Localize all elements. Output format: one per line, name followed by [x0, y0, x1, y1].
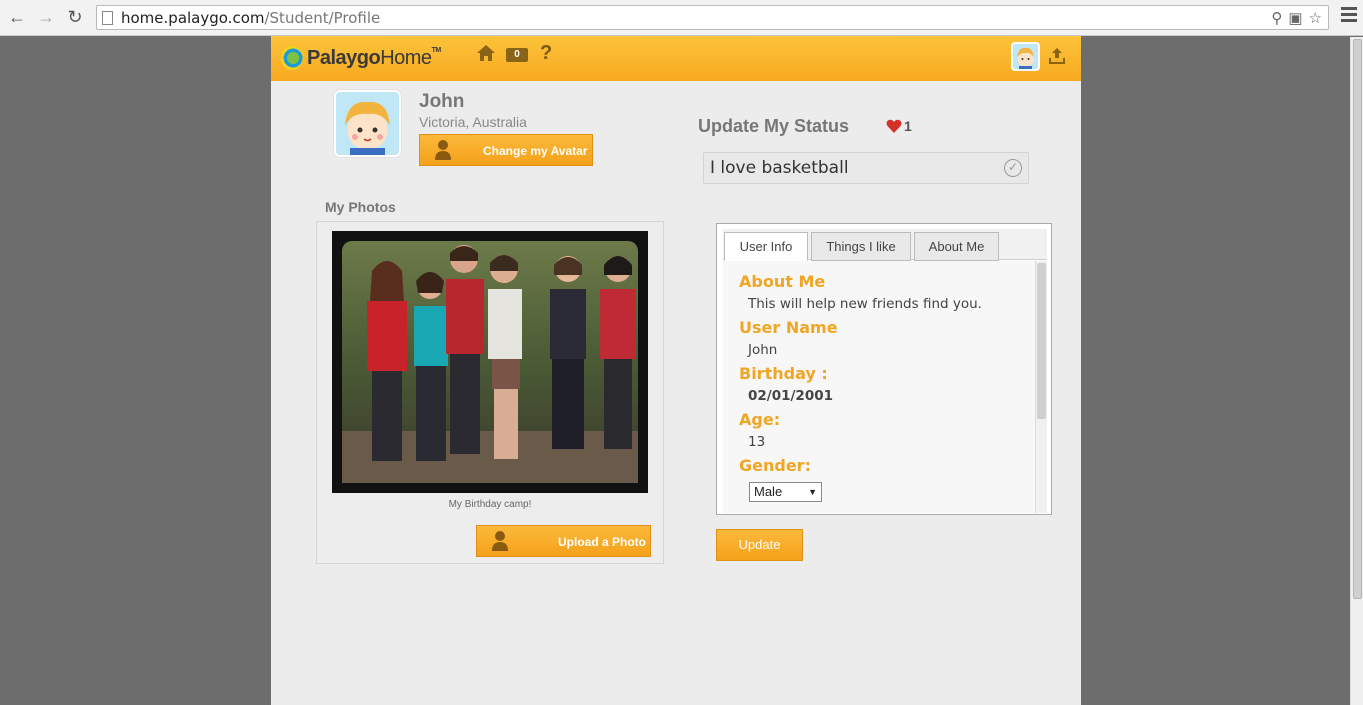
- age-value: 13: [748, 434, 766, 450]
- photo-image[interactable]: [332, 231, 648, 493]
- profile-location: Victoria, Australia: [419, 114, 527, 130]
- user-info-content: About Me This will help new friends find…: [723, 261, 1041, 513]
- profile-tabs: User Info Things I like About Me: [723, 229, 1047, 261]
- page-scrollbar[interactable]: [1350, 37, 1363, 705]
- profile-name: John: [419, 91, 465, 112]
- user-name-value: John: [748, 342, 778, 358]
- update-button[interactable]: Update: [716, 529, 803, 561]
- photo-caption: My Birthday camp!: [448, 499, 532, 510]
- gender-select[interactable]: Male ▼: [749, 482, 822, 502]
- menu-icon[interactable]: [1341, 7, 1357, 23]
- address-bar[interactable]: home.palaygo.com/Student/Profile ⚲ ▣ ☆: [96, 5, 1329, 30]
- birthday-value: 02/01/2001: [748, 388, 834, 404]
- person-icon: [435, 140, 451, 160]
- extension-icon[interactable]: ▣: [1288, 9, 1302, 27]
- update-status-title: Update My Status: [698, 116, 850, 136]
- palaygo-logo[interactable]: PalaygoHomeTM: [281, 46, 441, 70]
- about-me-value: This will help new friends find you.: [748, 296, 982, 312]
- upload-icon[interactable]: [1047, 46, 1067, 66]
- photos-panel: My Birthday camp! Upload a Photo: [316, 221, 664, 564]
- home-icon[interactable]: [476, 44, 496, 68]
- tab-things-i-like[interactable]: Things I like: [811, 232, 911, 261]
- status-input[interactable]: I love basketball ✓: [703, 152, 1029, 184]
- change-avatar-button[interactable]: Change my Avatar: [419, 134, 593, 166]
- search-icon[interactable]: ⚲: [1271, 9, 1282, 27]
- logo-mark-icon: [281, 46, 303, 70]
- tab-user-info[interactable]: User Info: [724, 232, 808, 261]
- browser-toolbar: ← → ↻ home.palaygo.com/Student/Profile ⚲…: [0, 0, 1363, 36]
- about-me-label: About Me: [739, 272, 826, 291]
- dropdown-arrow-icon: ▼: [808, 487, 817, 497]
- mail-count: 0: [514, 49, 520, 60]
- mail-icon[interactable]: 0: [506, 48, 528, 62]
- likes-count: 1: [904, 118, 912, 134]
- user-avatar[interactable]: [1011, 42, 1040, 71]
- top-navbar: PalaygoHomeTM 0 ?: [271, 36, 1081, 81]
- check-icon[interactable]: ✓: [1004, 159, 1022, 177]
- user-info-panel: User Info Things I like About Me About M…: [716, 223, 1052, 515]
- heart-icon[interactable]: [886, 118, 902, 134]
- star-icon[interactable]: ☆: [1309, 9, 1322, 27]
- page-icon: [102, 11, 113, 25]
- url-text: home.palaygo.com/Student/Profile: [121, 9, 381, 27]
- forward-icon[interactable]: →: [35, 6, 57, 28]
- birthday-label: Birthday :: [739, 364, 828, 383]
- info-scrollbar[interactable]: [1035, 261, 1047, 513]
- my-photos-title: My Photos: [325, 199, 396, 215]
- reload-icon[interactable]: ↻: [64, 6, 86, 28]
- profile-avatar: [334, 90, 401, 157]
- upload-photo-button[interactable]: Upload a Photo: [476, 525, 651, 557]
- help-icon[interactable]: ?: [540, 42, 552, 65]
- profile-page: PalaygoHomeTM 0 ? John Victoria, Austral…: [271, 36, 1081, 705]
- age-label: Age:: [739, 410, 781, 429]
- back-icon[interactable]: ←: [6, 6, 28, 28]
- gender-label: Gender:: [739, 456, 811, 475]
- person-icon: [492, 531, 508, 551]
- tab-about-me[interactable]: About Me: [914, 232, 999, 261]
- user-name-label: User Name: [739, 318, 838, 337]
